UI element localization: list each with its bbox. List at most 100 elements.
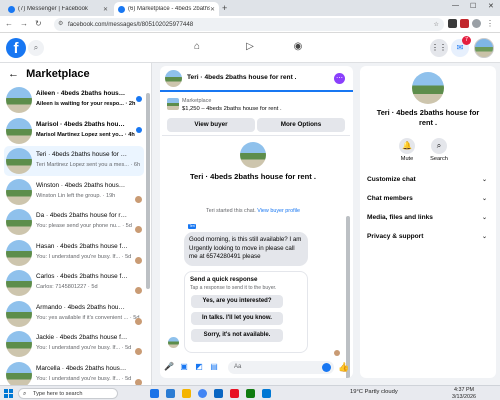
quick-reply-in-talks-button[interactable]: In talks. I'll let you know. <box>191 312 283 325</box>
listing-thumbnail[interactable] <box>167 98 179 110</box>
taskbar-search-input[interactable]: ⌕ Type here to search <box>18 388 118 399</box>
listing-title[interactable]: $1,250 – 4beds 2baths house for rent . <box>182 106 282 112</box>
back-arrow-icon[interactable]: ← <box>5 19 13 28</box>
view-buyer-button[interactable]: View buyer <box>167 118 255 132</box>
media-files-links-section[interactable]: Media, files and links ⌄ <box>367 214 489 221</box>
scrollbar[interactable] <box>346 216 350 378</box>
section-label: Customize chat <box>367 176 416 183</box>
site-info-icon[interactable]: ⚙ <box>58 18 63 31</box>
extension-icon[interactable] <box>460 19 469 28</box>
url-text: facebook.com/messages/t/805102025977448 <box>68 21 194 28</box>
windows-start-icon[interactable] <box>4 389 13 398</box>
clock[interactable]: 4:37 PM 3/13/2026 <box>452 387 476 400</box>
forward-arrow-icon[interactable]: → <box>20 19 28 28</box>
chat-title[interactable]: Teri · 4beds 2baths house for rent . <box>187 74 296 81</box>
customize-chat-section[interactable]: Customize chat ⌄ <box>367 176 489 183</box>
url-field[interactable]: ⚙ facebook.com/messages/t/80510202597744… <box>54 18 444 31</box>
minimize-icon[interactable]: — <box>452 2 459 9</box>
edge-icon[interactable] <box>166 389 175 398</box>
home-icon[interactable]: ⌂ <box>190 40 204 54</box>
weather-widget[interactable]: 19°C Partly cloudy <box>350 389 398 395</box>
conversation-item[interactable]: Marisol · 4beds 2baths house fo... Mariso… <box>4 116 144 146</box>
message-input[interactable]: Aa <box>228 361 334 374</box>
address-bar-row: ← → ↻ ⚙ facebook.com/messages/t/80510202… <box>0 16 500 33</box>
thumbs-up-icon[interactable]: 👍 <box>338 362 349 373</box>
conversation-item[interactable]: Teri · 4beds 2baths house for rent . Teri… <box>4 146 144 176</box>
windows-taskbar: ⌕ Type here to search 19°C Partly cloudy… <box>0 385 500 400</box>
quick-reply-yes-button[interactable]: Yes, are you interested? <box>191 295 283 308</box>
avatar[interactable] <box>412 72 444 104</box>
facebook-top-bar: f ⌕ ⌂ ▷ ◉ ⋮⋮ ✉ 7 <box>0 33 500 63</box>
chevron-down-icon: ⌄ <box>481 177 487 183</box>
mute-button[interactable]: 🔔 Mute <box>397 138 417 162</box>
conversation-item[interactable]: Winston · 4beds 2baths house fo... Winsto… <box>4 177 144 207</box>
conversation-item[interactable]: Da · 4beds 2baths house for rent . You: p… <box>4 207 144 237</box>
profile-icon[interactable] <box>472 19 481 28</box>
chat-members-section[interactable]: Chat members ⌄ <box>367 195 489 202</box>
video-icon[interactable]: ▷ <box>243 40 257 54</box>
read-receipt-avatar <box>334 350 340 356</box>
more-options-icon[interactable]: ⋯ <box>334 73 345 84</box>
reload-icon[interactable]: ↻ <box>35 19 42 28</box>
facebook-logo[interactable]: f <box>6 38 26 58</box>
menu-grid-icon[interactable]: ⋮⋮ <box>430 39 448 57</box>
conversation-item[interactable]: Carlos · 4beds 2baths house for r... Carl… <box>4 268 144 298</box>
conversation-item[interactable]: Jackie · 4beds 2baths house for ... You: … <box>4 329 144 359</box>
message-bubble: Good morning, is this still available? I… <box>184 232 308 266</box>
scrollbar[interactable] <box>146 93 150 289</box>
conversation-preview: Teri Martinez Lopez sent you a mes... · … <box>36 162 140 168</box>
app-icon[interactable] <box>246 389 255 398</box>
conversation-item[interactable]: Armando · 4beds 2baths house f... You: ye… <box>4 299 144 329</box>
conversation-item[interactable]: Hasan · 4beds 2baths house for ... You: I… <box>4 238 144 268</box>
conversation-preview: Carlos: 7145801227 · 5d <box>36 284 98 290</box>
tab-title: (7) Messenger | Facebook <box>18 6 88 12</box>
app-icon[interactable] <box>214 389 223 398</box>
close-icon[interactable]: ✕ <box>210 6 215 13</box>
back-arrow-icon[interactable]: ← <box>8 68 19 80</box>
conversation-title: Carlos · 4beds 2baths house for r... <box>36 273 128 280</box>
conversation-preview: Winston Lin left the group. · 19h <box>36 192 116 199</box>
extension-icon[interactable] <box>448 19 457 28</box>
seen-avatar <box>135 195 142 203</box>
tab-messenger[interactable]: (7) Messenger | Facebook ✕ <box>4 2 112 16</box>
search-button[interactable]: ⌕ Search <box>429 138 449 162</box>
file-explorer-icon[interactable] <box>182 389 191 398</box>
conversation-title: Da · 4beds 2baths house for rent . <box>36 212 128 219</box>
close-icon[interactable]: ✕ <box>103 6 108 13</box>
avatar <box>6 117 32 144</box>
sticker-icon[interactable]: ◩ <box>194 362 204 372</box>
app-icon[interactable] <box>230 389 239 398</box>
gif-icon[interactable]: ▤ <box>209 362 219 372</box>
microphone-icon[interactable]: 🎤 <box>164 362 174 372</box>
conversation-item[interactable]: Marcella · 4beds 2baths house fo... You: … <box>4 360 144 385</box>
view-buyer-profile-link[interactable]: View buyer profile <box>257 208 300 214</box>
new-tab-button[interactable]: + <box>222 3 227 13</box>
tab-marketplace[interactable]: (6) Marketplace - 4beds 2baths ✕ <box>114 2 219 16</box>
maximize-icon[interactable]: ☐ <box>470 2 476 10</box>
chat-details-panel: Teri · 4beds 2baths house for rent . 🔔 M… <box>360 66 496 378</box>
avatar <box>6 239 32 266</box>
task-view-icon[interactable] <box>150 389 159 398</box>
avatar[interactable] <box>240 142 266 168</box>
unread-dot-icon <box>136 126 142 133</box>
bookmark-star-icon[interactable]: ☆ <box>433 18 439 31</box>
bell-icon: 🔔 <box>399 138 415 154</box>
app-icon[interactable] <box>262 389 271 398</box>
more-options-button[interactable]: More Options <box>257 118 345 132</box>
quick-reply-not-available-button[interactable]: Sorry, it's not available. <box>191 329 283 342</box>
chrome-icon[interactable] <box>198 389 207 398</box>
image-icon[interactable]: ▣ <box>179 362 189 372</box>
emoji-icon[interactable] <box>322 363 331 372</box>
message-composer: 🎤 ▣ ◩ ▤ Aa 👍 <box>160 358 353 378</box>
browser-menu-icon[interactable]: ⋮ <box>486 19 494 28</box>
search-icon[interactable]: ⌕ <box>28 40 44 56</box>
privacy-support-section[interactable]: Privacy & support ⌄ <box>367 233 489 240</box>
conversation-item[interactable]: Aileen · 4beds 2baths house fo... Aileen … <box>4 85 144 115</box>
groups-icon[interactable]: ◉ <box>291 40 305 54</box>
avatar[interactable] <box>474 38 494 58</box>
browser-tab-bar: (7) Messenger | Facebook ✕ (6) Marketpla… <box>0 0 500 16</box>
avatar[interactable] <box>165 70 182 87</box>
conversation-preview: You: I understand you're busy. If... · 5… <box>36 375 132 382</box>
conversation-title: Marcella · 4beds 2baths house fo... <box>36 364 128 372</box>
close-window-icon[interactable]: ✕ <box>488 2 494 10</box>
